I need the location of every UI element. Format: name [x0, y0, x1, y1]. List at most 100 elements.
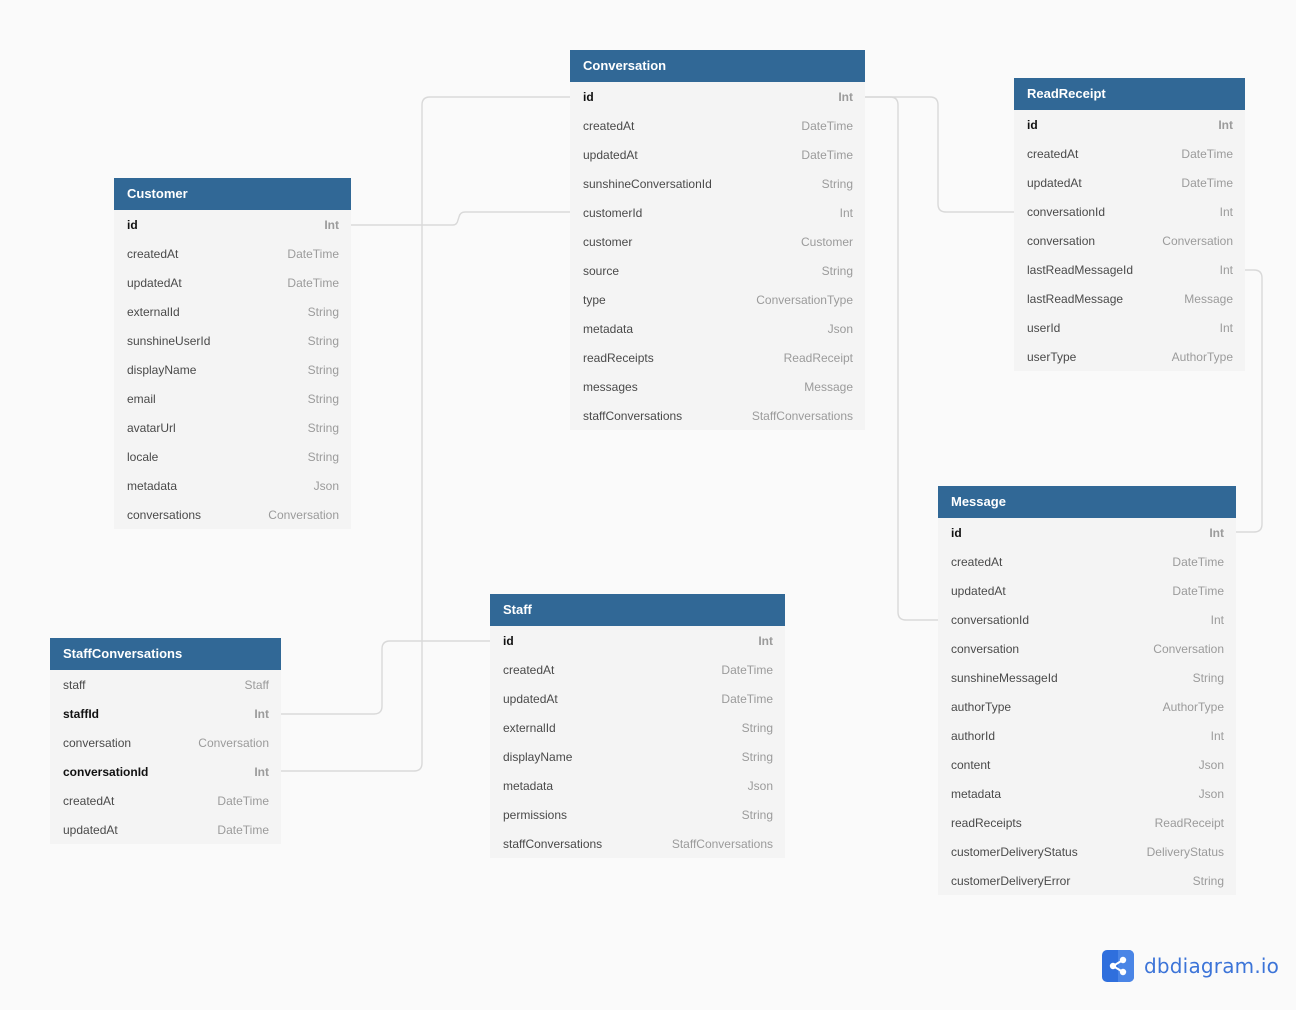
field-row[interactable]: conversation Conversation [50, 728, 281, 757]
field-row[interactable]: updatedAt DateTime [490, 684, 785, 713]
connector-staff-staffconversations[interactable] [281, 640, 490, 715]
table-customer[interactable]: Customer id Int createdAt DateTime updatedAt D… [114, 178, 351, 529]
table-staff[interactable]: Staff id Int createdAt DateTime updatedAt Date… [490, 594, 785, 858]
field-row[interactable]: createdAt DateTime [50, 786, 281, 815]
field-row[interactable]: updatedAt DateTime [938, 576, 1236, 605]
table-message[interactable]: Message id Int createdAt DateTime updatedAt Da… [938, 486, 1236, 895]
field-row[interactable]: createdAt DateTime [114, 239, 351, 268]
field-name: metadata [503, 778, 554, 793]
field-row[interactable]: id Int [490, 626, 785, 655]
field-row[interactable]: conversationId Int [1014, 197, 1245, 226]
field-type: Json [827, 321, 853, 336]
field-row[interactable]: content Json [938, 750, 1236, 779]
field-row[interactable]: email String [114, 384, 351, 413]
field-row[interactable]: readReceipts ReadReceipt [570, 343, 865, 372]
field-name: staffConversations [583, 408, 683, 423]
field-row[interactable]: sunshineConversationId String [570, 169, 865, 198]
field-name: createdAt [63, 793, 115, 808]
share-nodes-icon [1102, 950, 1134, 982]
table-header[interactable]: StaffConversations [50, 638, 281, 670]
field-row[interactable]: createdAt DateTime [570, 111, 865, 140]
field-row[interactable]: metadata Json [938, 779, 1236, 808]
field-name: staffId [63, 706, 99, 721]
field-type: StaffConversations [671, 836, 773, 851]
field-name: conversationId [951, 612, 1030, 627]
field-row[interactable]: updatedAt DateTime [570, 140, 865, 169]
field-row[interactable]: userId Int [1014, 313, 1245, 342]
field-row[interactable]: updatedAt DateTime [1014, 168, 1245, 197]
field-type: Int [839, 205, 853, 220]
field-row[interactable]: conversation Conversation [1014, 226, 1245, 255]
field-row[interactable]: updatedAt DateTime [114, 268, 351, 297]
field-type: String [1192, 873, 1224, 888]
field-row[interactable]: metadata Json [570, 314, 865, 343]
field-row[interactable]: lastReadMessageId Int [1014, 255, 1245, 284]
field-row[interactable]: readReceipts ReadReceipt [938, 808, 1236, 837]
field-row[interactable]: authorType AuthorType [938, 692, 1236, 721]
dbdiagram-logo[interactable]: dbdiagram.io [1102, 950, 1279, 982]
field-type: DateTime [1181, 146, 1233, 161]
field-row[interactable]: type ConversationType [570, 285, 865, 314]
field-name: lastReadMessageId [1027, 262, 1134, 277]
table-header[interactable]: Customer [114, 178, 351, 210]
table-staffconversations[interactable]: StaffConversations staff Staff staffId Int co… [50, 638, 281, 844]
field-row[interactable]: customerDeliveryStatus DeliveryStatus [938, 837, 1236, 866]
field-row[interactable]: updatedAt DateTime [50, 815, 281, 844]
field-row[interactable]: sunshineUserId String [114, 326, 351, 355]
field-row[interactable]: source String [570, 256, 865, 285]
field-row[interactable]: displayName String [114, 355, 351, 384]
field-row[interactable]: sunshineMessageId String [938, 663, 1236, 692]
field-name: messages [583, 379, 638, 394]
table-header[interactable]: Conversation [570, 50, 865, 82]
table-readreceipt[interactable]: ReadReceipt id Int createdAt DateTime updated… [1014, 78, 1245, 371]
field-row[interactable]: customerId Int [570, 198, 865, 227]
field-name: content [951, 757, 991, 772]
field-row[interactable]: staff Staff [50, 670, 281, 699]
field-row[interactable]: id Int [570, 82, 865, 111]
field-name: authorId [951, 728, 996, 743]
table-header[interactable]: Message [938, 486, 1236, 518]
field-row[interactable]: staffConversations StaffConversations [570, 401, 865, 430]
field-row[interactable]: lastReadMessage Message [1014, 284, 1245, 313]
table-header[interactable]: Staff [490, 594, 785, 626]
connector-conversation-message[interactable] [865, 96, 938, 621]
field-row[interactable]: createdAt DateTime [490, 655, 785, 684]
field-row[interactable]: conversationId Int [938, 605, 1236, 634]
field-row[interactable]: displayName String [490, 742, 785, 771]
field-row[interactable]: metadata Json [114, 471, 351, 500]
field-type: String [307, 449, 339, 464]
field-type: String [821, 263, 853, 278]
field-type: DateTime [1181, 175, 1233, 190]
field-type: Message [804, 379, 853, 394]
field-row[interactable]: conversations Conversation [114, 500, 351, 529]
field-row[interactable]: createdAt DateTime [938, 547, 1236, 576]
field-row[interactable]: externalId String [490, 713, 785, 742]
field-row[interactable]: conversation Conversation [938, 634, 1236, 663]
field-name: staffConversations [503, 836, 603, 851]
table-header[interactable]: ReadReceipt [1014, 78, 1245, 110]
field-row[interactable]: id Int [938, 518, 1236, 547]
field-row[interactable]: conversationId Int [50, 757, 281, 786]
field-row[interactable]: staffId Int [50, 699, 281, 728]
field-row[interactable]: userType AuthorType [1014, 342, 1245, 371]
field-name: displayName [503, 749, 573, 764]
field-name: updatedAt [503, 691, 558, 706]
field-row[interactable]: messages Message [570, 372, 865, 401]
field-row[interactable]: createdAt DateTime [1014, 139, 1245, 168]
field-row[interactable]: id Int [1014, 110, 1245, 139]
connector-conversation-readreceipt[interactable] [865, 96, 1014, 213]
field-row[interactable]: permissions String [490, 800, 785, 829]
field-row[interactable]: customer Customer [570, 227, 865, 256]
field-row[interactable]: locale String [114, 442, 351, 471]
field-row[interactable]: staffConversations StaffConversations [490, 829, 785, 858]
field-row[interactable]: avatarUrl String [114, 413, 351, 442]
field-row[interactable]: authorId Int [938, 721, 1236, 750]
field-row[interactable]: metadata Json [490, 771, 785, 800]
field-type: DateTime [287, 246, 339, 261]
field-row[interactable]: customerDeliveryError String [938, 866, 1236, 895]
field-row[interactable]: externalId String [114, 297, 351, 326]
connector-customer-conversation[interactable] [351, 211, 570, 226]
field-name: id [127, 217, 138, 232]
field-row[interactable]: id Int [114, 210, 351, 239]
table-conversation[interactable]: Conversation id Int createdAt DateTime update… [570, 50, 865, 430]
